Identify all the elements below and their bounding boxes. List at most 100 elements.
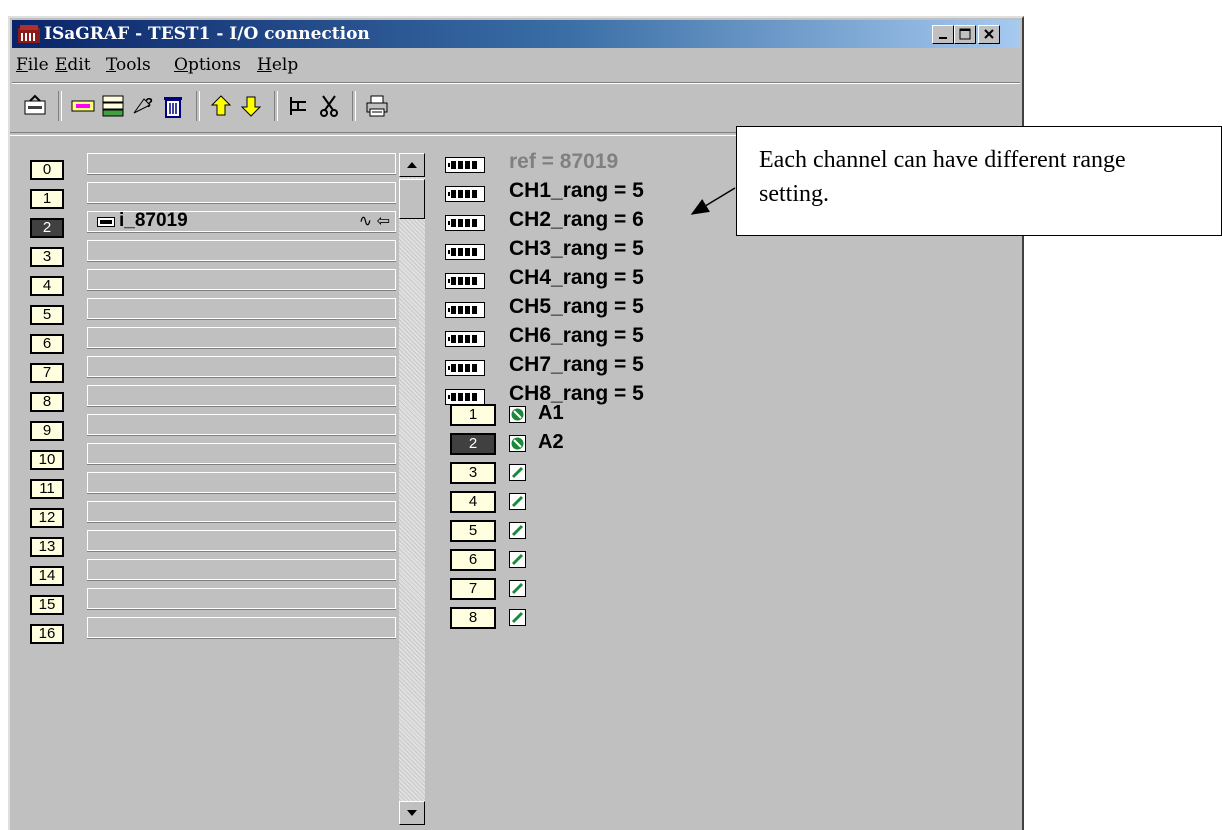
channel-slot[interactable] [87, 182, 396, 204]
channel-number[interactable]: 5 [30, 305, 64, 325]
param-text: CH4_rang = 5 [509, 266, 644, 289]
scissors-icon [320, 95, 338, 117]
menu-options[interactable]: Options [174, 55, 241, 75]
io-number[interactable]: 7 [450, 578, 496, 600]
channel-number[interactable]: 8 [30, 392, 64, 412]
io-number[interactable]: 4 [450, 491, 496, 513]
parameter-icon [445, 360, 485, 376]
channel-number[interactable]: 4 [30, 276, 64, 296]
channel-number-selected[interactable]: 2 [30, 218, 64, 238]
channel-slot-board[interactable]: i_87019 ∿ ⇦ [87, 210, 396, 233]
channel-number[interactable]: 13 [30, 537, 64, 557]
channel-slot[interactable] [87, 501, 396, 523]
maximize-icon [959, 28, 971, 40]
cut-button[interactable] [316, 93, 342, 119]
trash-icon [164, 97, 182, 118]
board-name: i_87019 [119, 210, 188, 231]
board-icon [97, 217, 115, 227]
board-stack-icon [102, 95, 124, 117]
app-icon [18, 25, 40, 43]
parameter-icon [445, 273, 485, 289]
channel-slot[interactable] [87, 327, 396, 349]
set-board-button[interactable] [70, 93, 96, 119]
channel-number[interactable]: 7 [30, 363, 64, 383]
board-icon [71, 100, 95, 112]
menu-bar: File Edit Tools Options Help [12, 51, 1020, 77]
io-number[interactable]: 1 [450, 404, 496, 426]
channel-scrollbar[interactable] [399, 153, 425, 825]
io-number[interactable]: 5 [450, 520, 496, 542]
channel-number[interactable]: 11 [30, 479, 64, 499]
parameter-icon [445, 186, 485, 202]
free-channel-icon [509, 609, 526, 626]
annotation-callout: Each channel can have different range se… [736, 126, 1222, 236]
channel-number[interactable]: 1 [30, 189, 64, 209]
open-board-button[interactable] [22, 93, 48, 119]
param-text: CH3_rang = 5 [509, 237, 644, 260]
parameter-icon [445, 302, 485, 318]
channel-number[interactable]: 12 [30, 508, 64, 528]
channel-number[interactable]: 0 [30, 160, 64, 180]
channel-slot[interactable] [87, 298, 396, 320]
menu-tools[interactable]: Tools [106, 55, 151, 75]
param-text: CH1_rang = 5 [509, 179, 644, 202]
parameter-icon [445, 244, 485, 260]
maximize-button[interactable] [954, 25, 976, 44]
board-help-icon: ? [133, 95, 153, 114]
delete-board-button[interactable] [160, 93, 186, 119]
channel-number[interactable]: 6 [30, 334, 64, 354]
io-number[interactable]: 8 [450, 607, 496, 629]
channel-slot[interactable] [87, 240, 396, 262]
tree-connect-icon [290, 97, 306, 115]
channel-slot[interactable] [87, 414, 396, 436]
minimize-icon [939, 37, 947, 39]
free-channel-icon [509, 522, 526, 539]
channel-number[interactable]: 14 [30, 566, 64, 586]
board-params-button[interactable] [100, 93, 126, 119]
close-button[interactable] [978, 25, 1000, 44]
channel-slot[interactable] [87, 472, 396, 494]
channel-slot[interactable] [87, 385, 396, 407]
io-number[interactable]: 6 [450, 549, 496, 571]
channel-number[interactable]: 3 [30, 247, 64, 267]
menu-file[interactable]: File [16, 55, 49, 75]
minimize-button[interactable] [932, 25, 954, 44]
channel-slot[interactable] [87, 269, 396, 291]
channel-slot[interactable] [87, 356, 396, 378]
scroll-down-button[interactable] [399, 801, 425, 825]
title-bar[interactable]: ISaGRAF - TEST1 - I/O connection [12, 20, 1020, 48]
move-up-button[interactable] [208, 93, 234, 119]
param-text: ref = 87019 [509, 150, 619, 173]
free-channel-icon [509, 464, 526, 481]
io-number[interactable]: 3 [450, 462, 496, 484]
connected-variable-icon [509, 406, 526, 423]
channel-number[interactable]: 15 [30, 595, 64, 615]
arrow-up-icon [210, 95, 232, 116]
arrow-down-icon [240, 96, 262, 117]
connect-button[interactable] [286, 93, 312, 119]
parameter-icon [445, 331, 485, 347]
channel-number[interactable]: 16 [30, 624, 64, 644]
param-text: CH7_rang = 5 [509, 353, 644, 376]
print-button[interactable] [364, 93, 390, 119]
window-title: ISaGRAF - TEST1 - I/O connection [44, 24, 370, 44]
toolbar: ? [12, 82, 1020, 129]
channel-number[interactable]: 10 [30, 450, 64, 470]
menu-help[interactable]: Help [257, 55, 298, 75]
callout-text: Each channel can have different range se… [759, 147, 1126, 207]
io-number[interactable]: 2 [450, 433, 496, 455]
channel-slot[interactable] [87, 559, 396, 581]
channel-slot[interactable] [87, 617, 396, 639]
parameter-icon [445, 157, 485, 173]
scroll-up-button[interactable] [399, 153, 425, 177]
board-help-button[interactable]: ? [130, 93, 156, 119]
channel-slot[interactable] [87, 588, 396, 610]
channel-number[interactable]: 9 [30, 421, 64, 441]
menu-edit[interactable]: Edit [55, 55, 91, 75]
channel-slot[interactable] [87, 153, 396, 175]
channel-slot[interactable] [87, 443, 396, 465]
move-down-button[interactable] [238, 93, 264, 119]
parameter-icon [445, 215, 485, 231]
scroll-thumb[interactable] [399, 179, 425, 219]
channel-slot[interactable] [87, 530, 396, 552]
